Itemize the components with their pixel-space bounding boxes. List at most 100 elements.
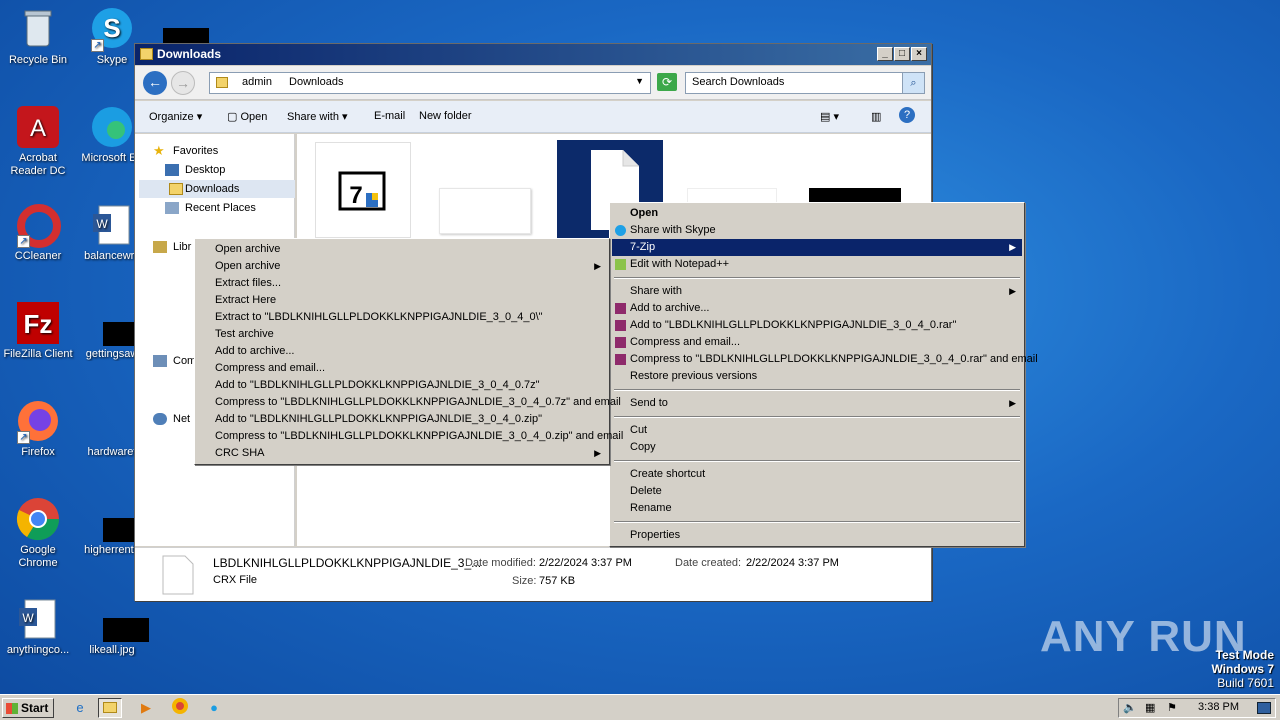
zip-item-add-7z[interactable]: Add to "LBDLKNIHLGLLPLDOKKLKNPPIGAJNLDIE… bbox=[197, 377, 607, 394]
zip-item-crc-sha[interactable]: CRC SHA ▶ bbox=[197, 445, 607, 462]
computer-icon bbox=[153, 355, 167, 367]
forward-button[interactable]: → bbox=[171, 71, 195, 95]
menu-item-send-to[interactable]: Send to ▶ bbox=[612, 395, 1022, 412]
desktop-icon-recycle-bin[interactable]: Recycle Bin bbox=[0, 6, 76, 67]
desktop-icon-label: anythingco... bbox=[6, 644, 70, 656]
volume-icon[interactable]: 🔈 bbox=[1123, 701, 1137, 714]
desktop-icon-ccleaner[interactable]: ↗ CCleaner bbox=[0, 202, 76, 263]
menu-item-notepadpp[interactable]: Edit with Notepad++ bbox=[612, 256, 1022, 273]
share-with-button[interactable]: Share with ▾ bbox=[287, 110, 348, 123]
menu-item-share-skype[interactable]: Share with Skype bbox=[612, 222, 1022, 239]
show-desktop-icon[interactable] bbox=[1257, 702, 1271, 714]
zip-item-add-archive[interactable]: Add to archive... bbox=[197, 343, 607, 360]
menu-item-delete[interactable]: Delete bbox=[612, 483, 1022, 500]
flag-icon[interactable]: ⚑ bbox=[1167, 701, 1177, 714]
notepad-plus-plus-icon bbox=[615, 259, 626, 270]
zip-item-extract-to[interactable]: Extract to "LBDLKNIHLGLLPLDOKKLKNPPIGAJN… bbox=[197, 309, 607, 326]
desktop-icon-label: likeall.jpg bbox=[89, 644, 135, 656]
zip-item-compress-zip-email[interactable]: Compress to "LBDLKNIHLGLLPLDOKKLKNPPIGAJ… bbox=[197, 428, 623, 445]
edge-icon[interactable]: ● bbox=[202, 698, 226, 718]
title-bar[interactable]: Downloads _ □ × bbox=[135, 44, 931, 65]
desktop-icon-likeall[interactable]: likeall.jpg bbox=[74, 596, 150, 657]
skype-icon bbox=[615, 225, 626, 236]
menu-item-7zip[interactable]: 7-Zip ▶ bbox=[612, 239, 1022, 256]
chevron-down-icon[interactable]: ▼ bbox=[635, 76, 644, 86]
zip-item-test-archive[interactable]: Test archive bbox=[197, 326, 607, 343]
chrome-icon[interactable] bbox=[168, 698, 192, 718]
file-thumbnail-7zip[interactable]: 7 bbox=[315, 142, 411, 238]
system-tray: 🔈 ▦ ⚑ 3:38 PM bbox=[1118, 698, 1276, 718]
svg-text:W: W bbox=[22, 611, 34, 625]
menu-item-share-with[interactable]: Share with ▶ bbox=[612, 283, 1022, 300]
network-icon bbox=[153, 413, 167, 425]
zip-item-add-zip[interactable]: Add to "LBDLKNIHLGLLPLDOKKLKNPPIGAJNLDIE… bbox=[197, 411, 607, 428]
desktop-icon-firefox[interactable]: ↗ Firefox bbox=[0, 398, 76, 459]
desktop-icon-acrobat[interactable]: A Acrobat Reader DC bbox=[0, 104, 76, 178]
menu-item-compress-rar-email[interactable]: Compress to "LBDLKNIHLGLLPLDOKKLKNPPIGAJ… bbox=[612, 351, 1038, 368]
edge-icon bbox=[89, 104, 135, 150]
nav-desktop[interactable]: Desktop bbox=[165, 161, 225, 179]
zip-item-extract-here[interactable]: Extract Here bbox=[197, 292, 607, 309]
zip-item-compress-7z-email[interactable]: Compress to "LBDLKNIHLGLLPLDOKKLKNPPIGAJ… bbox=[197, 394, 621, 411]
preview-pane-icon[interactable]: ▥ bbox=[871, 110, 881, 123]
network-icon[interactable]: ▦ bbox=[1145, 701, 1155, 714]
desktop-icon-chrome[interactable]: Google Chrome bbox=[0, 496, 76, 570]
menu-item-add-archive[interactable]: Add to archive... bbox=[612, 300, 1022, 317]
new-folder-button[interactable]: New folder bbox=[419, 110, 472, 122]
7zip-submenu: Open archive Open archive ▶ Extract files… bbox=[194, 238, 623, 465]
menu-item-properties[interactable]: Properties bbox=[612, 527, 1022, 544]
menu-item-open[interactable]: Open bbox=[612, 205, 1022, 222]
search-icon[interactable]: ⌕ bbox=[902, 73, 924, 93]
zip-item-compress-email[interactable]: Compress and email... bbox=[197, 360, 607, 377]
desktop-icon-anythingco[interactable]: W anythingco... bbox=[0, 596, 76, 657]
breadcrumb-admin[interactable]: admin bbox=[242, 76, 272, 88]
organize-button[interactable]: Organize ▾ bbox=[149, 110, 202, 123]
test-mode-line: Windows 7 bbox=[1211, 662, 1274, 676]
menu-item-cut[interactable]: Cut bbox=[612, 422, 1022, 439]
email-button[interactable]: E-mail bbox=[374, 110, 405, 122]
nav-computer[interactable]: Com bbox=[153, 352, 196, 370]
minimize-button[interactable]: _ bbox=[877, 47, 893, 61]
word-document-icon: W bbox=[89, 202, 135, 248]
redacted-thumbnail bbox=[89, 300, 149, 346]
chrome-icon bbox=[15, 496, 61, 542]
search-input[interactable]: Search Downloads ⌕ bbox=[685, 72, 925, 94]
desktop-icon-filezilla[interactable]: Fz FileZilla Client bbox=[0, 300, 76, 361]
menu-item-copy[interactable]: Copy bbox=[612, 439, 1022, 456]
desktop-icon-label: Google Chrome bbox=[18, 544, 58, 569]
clock[interactable]: 3:38 PM bbox=[1198, 701, 1239, 713]
menu-item-restore-versions[interactable]: Restore previous versions bbox=[612, 368, 1022, 385]
nav-network[interactable]: Net bbox=[153, 410, 190, 428]
acrobat-icon: A bbox=[15, 104, 61, 150]
start-button[interactable]: Start bbox=[2, 698, 54, 718]
menu-item-add-rar[interactable]: Add to "LBDLKNIHLGLLPLDOKKLKNPPIGAJNLDIE… bbox=[612, 317, 1022, 334]
back-button[interactable]: ← bbox=[143, 71, 167, 95]
nav-libraries[interactable]: Libr bbox=[153, 238, 191, 256]
file-thumbnail[interactable] bbox=[439, 188, 531, 234]
winrar-icon bbox=[615, 337, 626, 348]
open-button[interactable]: ▢ Open bbox=[227, 110, 267, 123]
zip-item-open-archive[interactable]: Open archive bbox=[197, 241, 607, 258]
nav-recent-places[interactable]: Recent Places bbox=[165, 199, 256, 217]
nav-downloads[interactable]: Downloads bbox=[139, 180, 295, 198]
test-mode-notice: Test Mode Windows 7 Build 7601 bbox=[1211, 648, 1274, 690]
zip-item-open-archive-sub[interactable]: Open archive ▶ bbox=[197, 258, 607, 275]
breadcrumb-downloads[interactable]: Downloads bbox=[289, 76, 343, 88]
close-button[interactable]: × bbox=[911, 47, 927, 61]
maximize-button[interactable]: □ bbox=[894, 47, 910, 61]
refresh-button[interactable]: ⟳ bbox=[657, 73, 677, 91]
menu-item-create-shortcut[interactable]: Create shortcut bbox=[612, 466, 1022, 483]
zip-item-extract-files[interactable]: Extract files... bbox=[197, 275, 607, 292]
address-field[interactable]: admin Downloads ▼ bbox=[209, 72, 651, 94]
context-menu: Open Share with Skype 7-Zip ▶ Edit with N… bbox=[609, 202, 1038, 547]
menu-item-compress-email[interactable]: Compress and email... bbox=[612, 334, 1022, 351]
view-icon[interactable]: ▤ ▾ bbox=[820, 110, 839, 123]
help-icon[interactable]: ? bbox=[899, 107, 915, 123]
menu-item-rename[interactable]: Rename bbox=[612, 500, 1022, 517]
star-icon: ★ bbox=[153, 143, 165, 158]
ie-icon[interactable]: e bbox=[68, 698, 92, 718]
media-player-icon[interactable]: ▶ bbox=[134, 698, 158, 718]
explorer-taskbar-icon[interactable] bbox=[98, 698, 122, 718]
nav-favorites[interactable]: ★ Favorites bbox=[153, 142, 218, 160]
menu-separator bbox=[614, 521, 1020, 523]
